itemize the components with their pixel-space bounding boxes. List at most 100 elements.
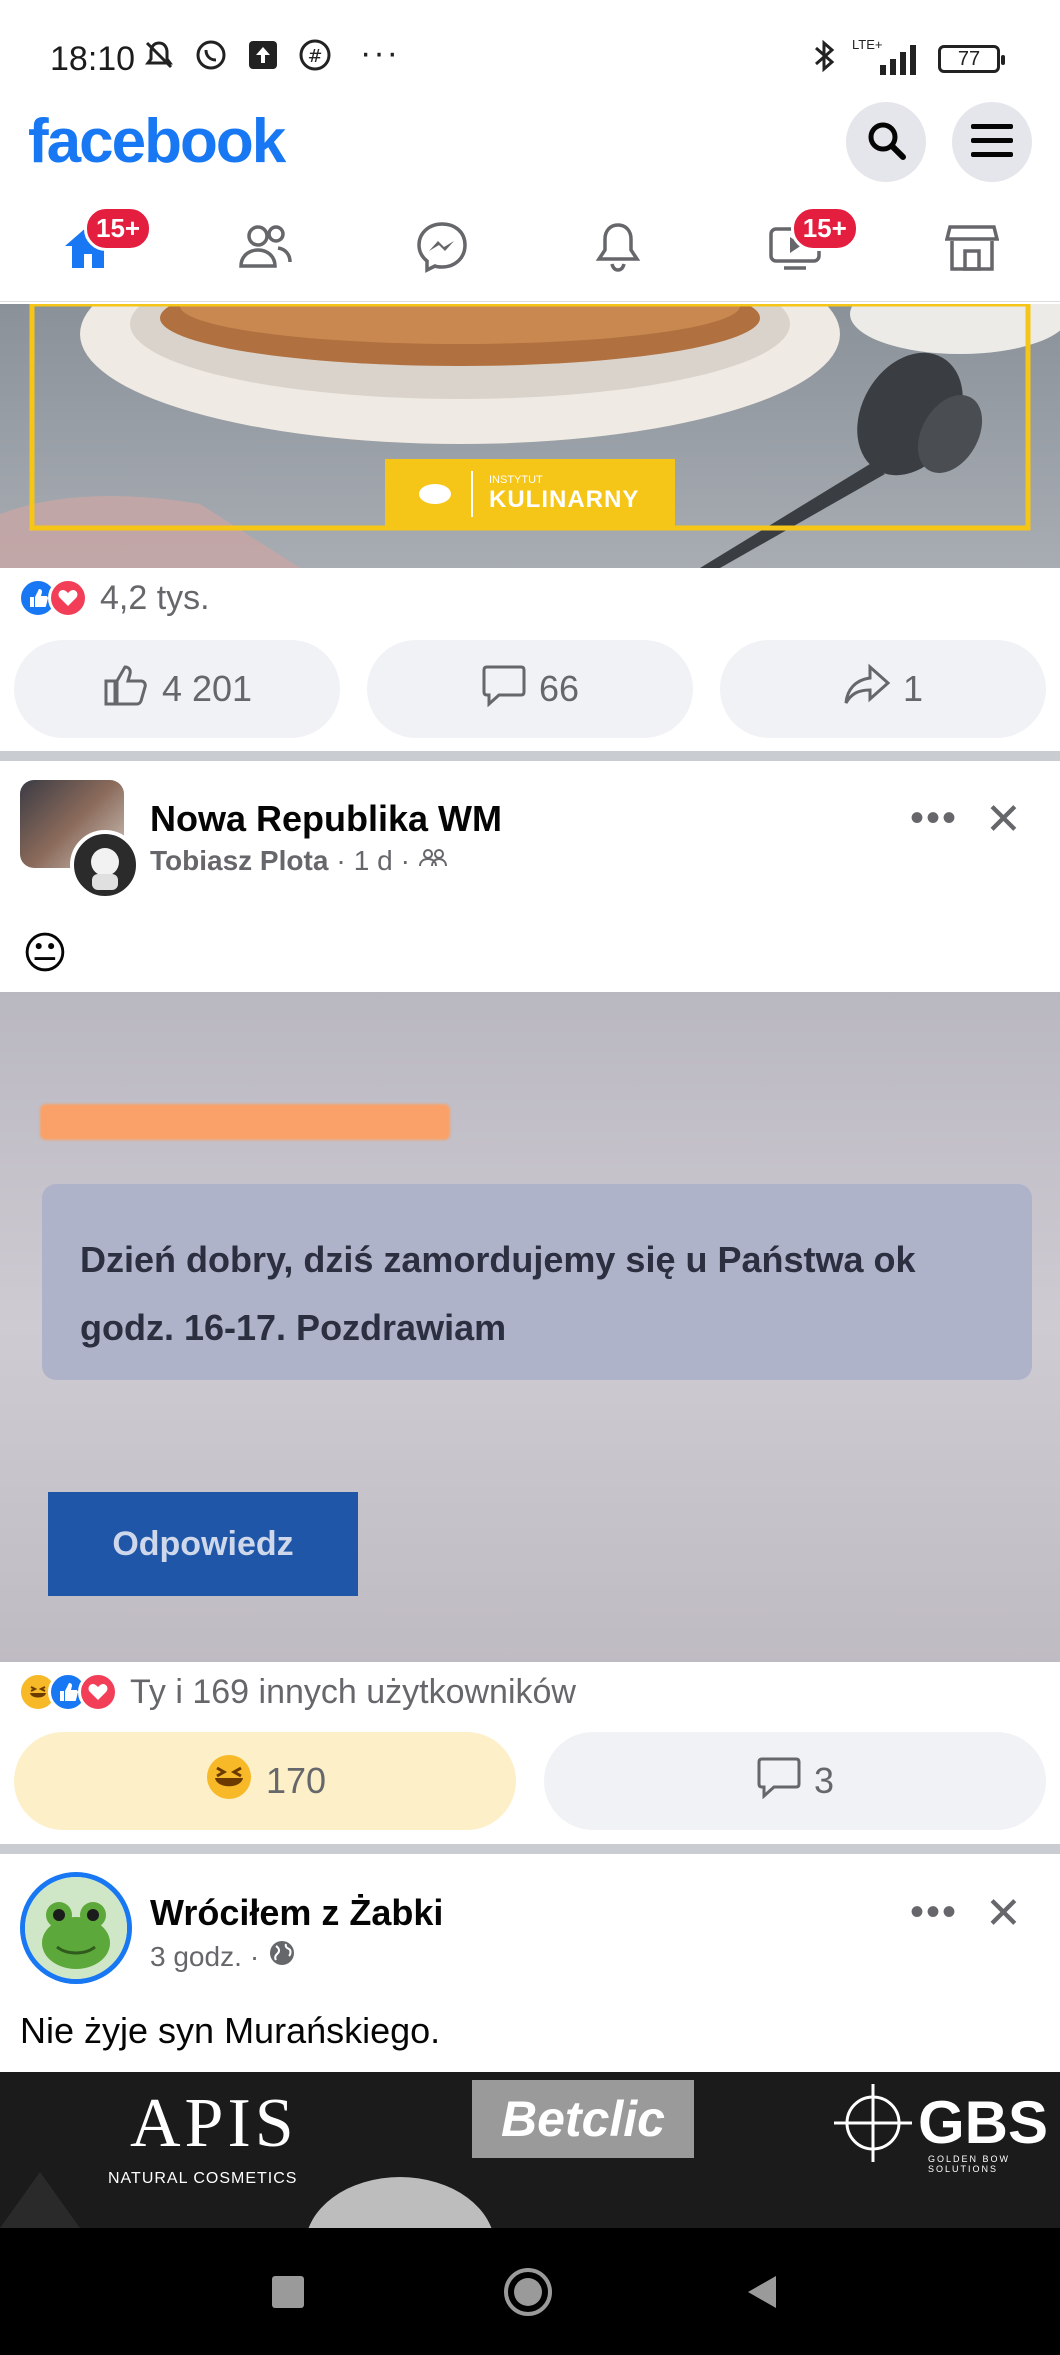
meta-dot: · bbox=[336, 845, 346, 876]
meta-dot: · bbox=[400, 845, 410, 876]
status-system-icons: LTE+ 77 bbox=[812, 37, 1005, 79]
post-author-name[interactable]: Wróciłem z Żabki bbox=[150, 1892, 443, 1934]
like-button[interactable]: 4 201 bbox=[14, 640, 340, 738]
close-icon[interactable]: ✕ bbox=[985, 1888, 1022, 1939]
tab-home-badge: 15+ bbox=[84, 206, 153, 251]
ad-brand-small: INSTYTUT bbox=[489, 474, 543, 486]
post-author-avatar[interactable] bbox=[20, 1872, 132, 1984]
home-button[interactable] bbox=[502, 2266, 554, 2323]
sponsor-betclic: Betclic bbox=[472, 2080, 694, 2158]
back-button[interactable] bbox=[744, 2274, 780, 2315]
battery-indicator: 77 bbox=[938, 44, 1005, 73]
tab-notifications[interactable] bbox=[530, 198, 707, 301]
author-avatar-image bbox=[70, 830, 140, 900]
friends-icon bbox=[236, 222, 294, 277]
status-notification-icons: # bbox=[142, 38, 332, 72]
search-icon bbox=[864, 118, 908, 167]
post-video-thumbnail[interactable]: APIS NATURAL COSMETICS Betclic GBS GOLDE… bbox=[0, 2072, 1060, 2228]
status-more-icon: ··· bbox=[360, 34, 400, 72]
photo-reply-button: Odpowiedz bbox=[48, 1492, 358, 1596]
meta-dot: · bbox=[249, 1940, 260, 1972]
photo-message-box: Dzień dobry, dziś zamordujemy się u Pańs… bbox=[42, 1184, 1032, 1380]
comment-count-2: 3 bbox=[813, 1760, 835, 1801]
bell-icon bbox=[593, 220, 643, 279]
signal-icon: LTE+ bbox=[850, 37, 924, 77]
share-count: 1 bbox=[902, 668, 924, 709]
comment-icon bbox=[756, 1755, 802, 1808]
love-reaction-icon bbox=[48, 578, 88, 618]
comment-button-2[interactable]: 3 bbox=[544, 1732, 1046, 1830]
messenger-icon bbox=[415, 220, 469, 279]
ad-brand-big: KULINARNY bbox=[489, 486, 640, 513]
tab-marketplace[interactable] bbox=[883, 198, 1060, 301]
upload-icon bbox=[246, 38, 280, 72]
reactions-text: Ty i 169 innych użytkowników bbox=[130, 1672, 576, 1711]
sponsor-gbs: GBS bbox=[918, 2089, 1049, 2156]
post-group-avatar[interactable] bbox=[20, 780, 140, 900]
love-reaction-icon bbox=[78, 1672, 118, 1712]
circle-icon bbox=[504, 2268, 552, 2316]
frog-avatar-image bbox=[25, 1877, 127, 1979]
post-time-3[interactable]: 3 godz. bbox=[150, 1941, 242, 1973]
feed-divider bbox=[0, 751, 1060, 761]
ad-brand-badge: INSTYTUT KULINARNY bbox=[385, 459, 675, 529]
redacted-sender bbox=[40, 1104, 450, 1140]
haha-reaction-button[interactable]: 170 bbox=[14, 1732, 516, 1830]
sponsor-apis-sub: NATURAL COSMETICS bbox=[108, 2170, 298, 2187]
recent-apps-button[interactable] bbox=[270, 2274, 306, 2315]
feed-divider bbox=[0, 1844, 1060, 1854]
post-text: Nie żyje syn Murańskiego. bbox=[20, 2010, 441, 2051]
tab-watch[interactable]: 15+ bbox=[707, 198, 884, 301]
shop-icon bbox=[944, 221, 999, 278]
post-image[interactable]: INSTYTUT KULINARNY bbox=[0, 304, 1060, 568]
svg-text:#: # bbox=[307, 46, 322, 67]
reactions-summary-2[interactable]: Ty i 169 innych użytkowników bbox=[18, 1672, 576, 1712]
group-audience-icon bbox=[418, 845, 448, 877]
thumbs-up-icon bbox=[102, 663, 150, 716]
status-time: 18:10 bbox=[50, 40, 136, 78]
haha-count: 170 bbox=[265, 1760, 327, 1801]
hamburger-menu-icon bbox=[969, 120, 1015, 165]
android-navigation-bar bbox=[0, 2228, 1060, 2355]
reactions-summary[interactable]: 4,2 tys. bbox=[18, 578, 210, 618]
share-icon bbox=[843, 663, 891, 716]
post-time[interactable]: 1 d bbox=[354, 845, 393, 877]
hashtag-icon: # bbox=[298, 38, 332, 72]
tab-messenger[interactable] bbox=[353, 198, 530, 301]
post-group-name[interactable]: Nowa Republika WM bbox=[150, 798, 502, 840]
post-emoji: 😐 bbox=[22, 929, 68, 978]
whatsapp-icon bbox=[194, 38, 228, 72]
mute-icon bbox=[142, 38, 176, 72]
app-header: facebook bbox=[0, 100, 1060, 192]
haha-icon bbox=[204, 1752, 254, 1811]
post-options-icon[interactable]: ••• bbox=[910, 796, 958, 841]
photo-message-text: Dzień dobry, dziś zamordujemy się u Pańs… bbox=[80, 1239, 916, 1348]
chef-hat-icon bbox=[419, 484, 451, 504]
square-icon bbox=[272, 2276, 304, 2308]
globe-icon bbox=[267, 1938, 297, 1975]
post-options-icon[interactable]: ••• bbox=[910, 1890, 958, 1935]
status-bar: 18:10 # ··· LTE+ 77 bbox=[0, 0, 1060, 100]
post-meta-3: 3 godz. · bbox=[150, 1938, 297, 1975]
comment-count: 66 bbox=[538, 668, 580, 709]
menu-button[interactable] bbox=[952, 102, 1032, 182]
tab-friends[interactable] bbox=[177, 198, 354, 301]
reactions-count: 4,2 tys. bbox=[100, 578, 210, 617]
like-count: 4 201 bbox=[161, 668, 253, 709]
bluetooth-icon bbox=[812, 38, 836, 79]
gbs-crosshair-icon bbox=[832, 2082, 914, 2169]
tab-home[interactable]: 15+ bbox=[0, 198, 177, 301]
facebook-logo[interactable]: facebook bbox=[28, 106, 286, 177]
sponsor-apis: APIS bbox=[130, 2085, 298, 2162]
back-triangle-icon bbox=[748, 2276, 776, 2308]
post-author[interactable]: Tobiasz Plota bbox=[150, 845, 328, 877]
main-tab-bar: 15+ 15+ bbox=[0, 198, 1060, 302]
tab-watch-badge: 15+ bbox=[790, 206, 859, 251]
share-button[interactable]: 1 bbox=[720, 640, 1046, 738]
close-icon[interactable]: ✕ bbox=[985, 794, 1022, 845]
comment-button[interactable]: 66 bbox=[367, 640, 693, 738]
comment-icon bbox=[481, 663, 527, 716]
sponsor-gbs-sub: GOLDEN BOW SOLUTIONS bbox=[928, 2154, 1011, 2174]
post-photo[interactable]: Dzień dobry, dziś zamordujemy się u Pańs… bbox=[0, 992, 1060, 1662]
search-button[interactable] bbox=[846, 102, 926, 182]
